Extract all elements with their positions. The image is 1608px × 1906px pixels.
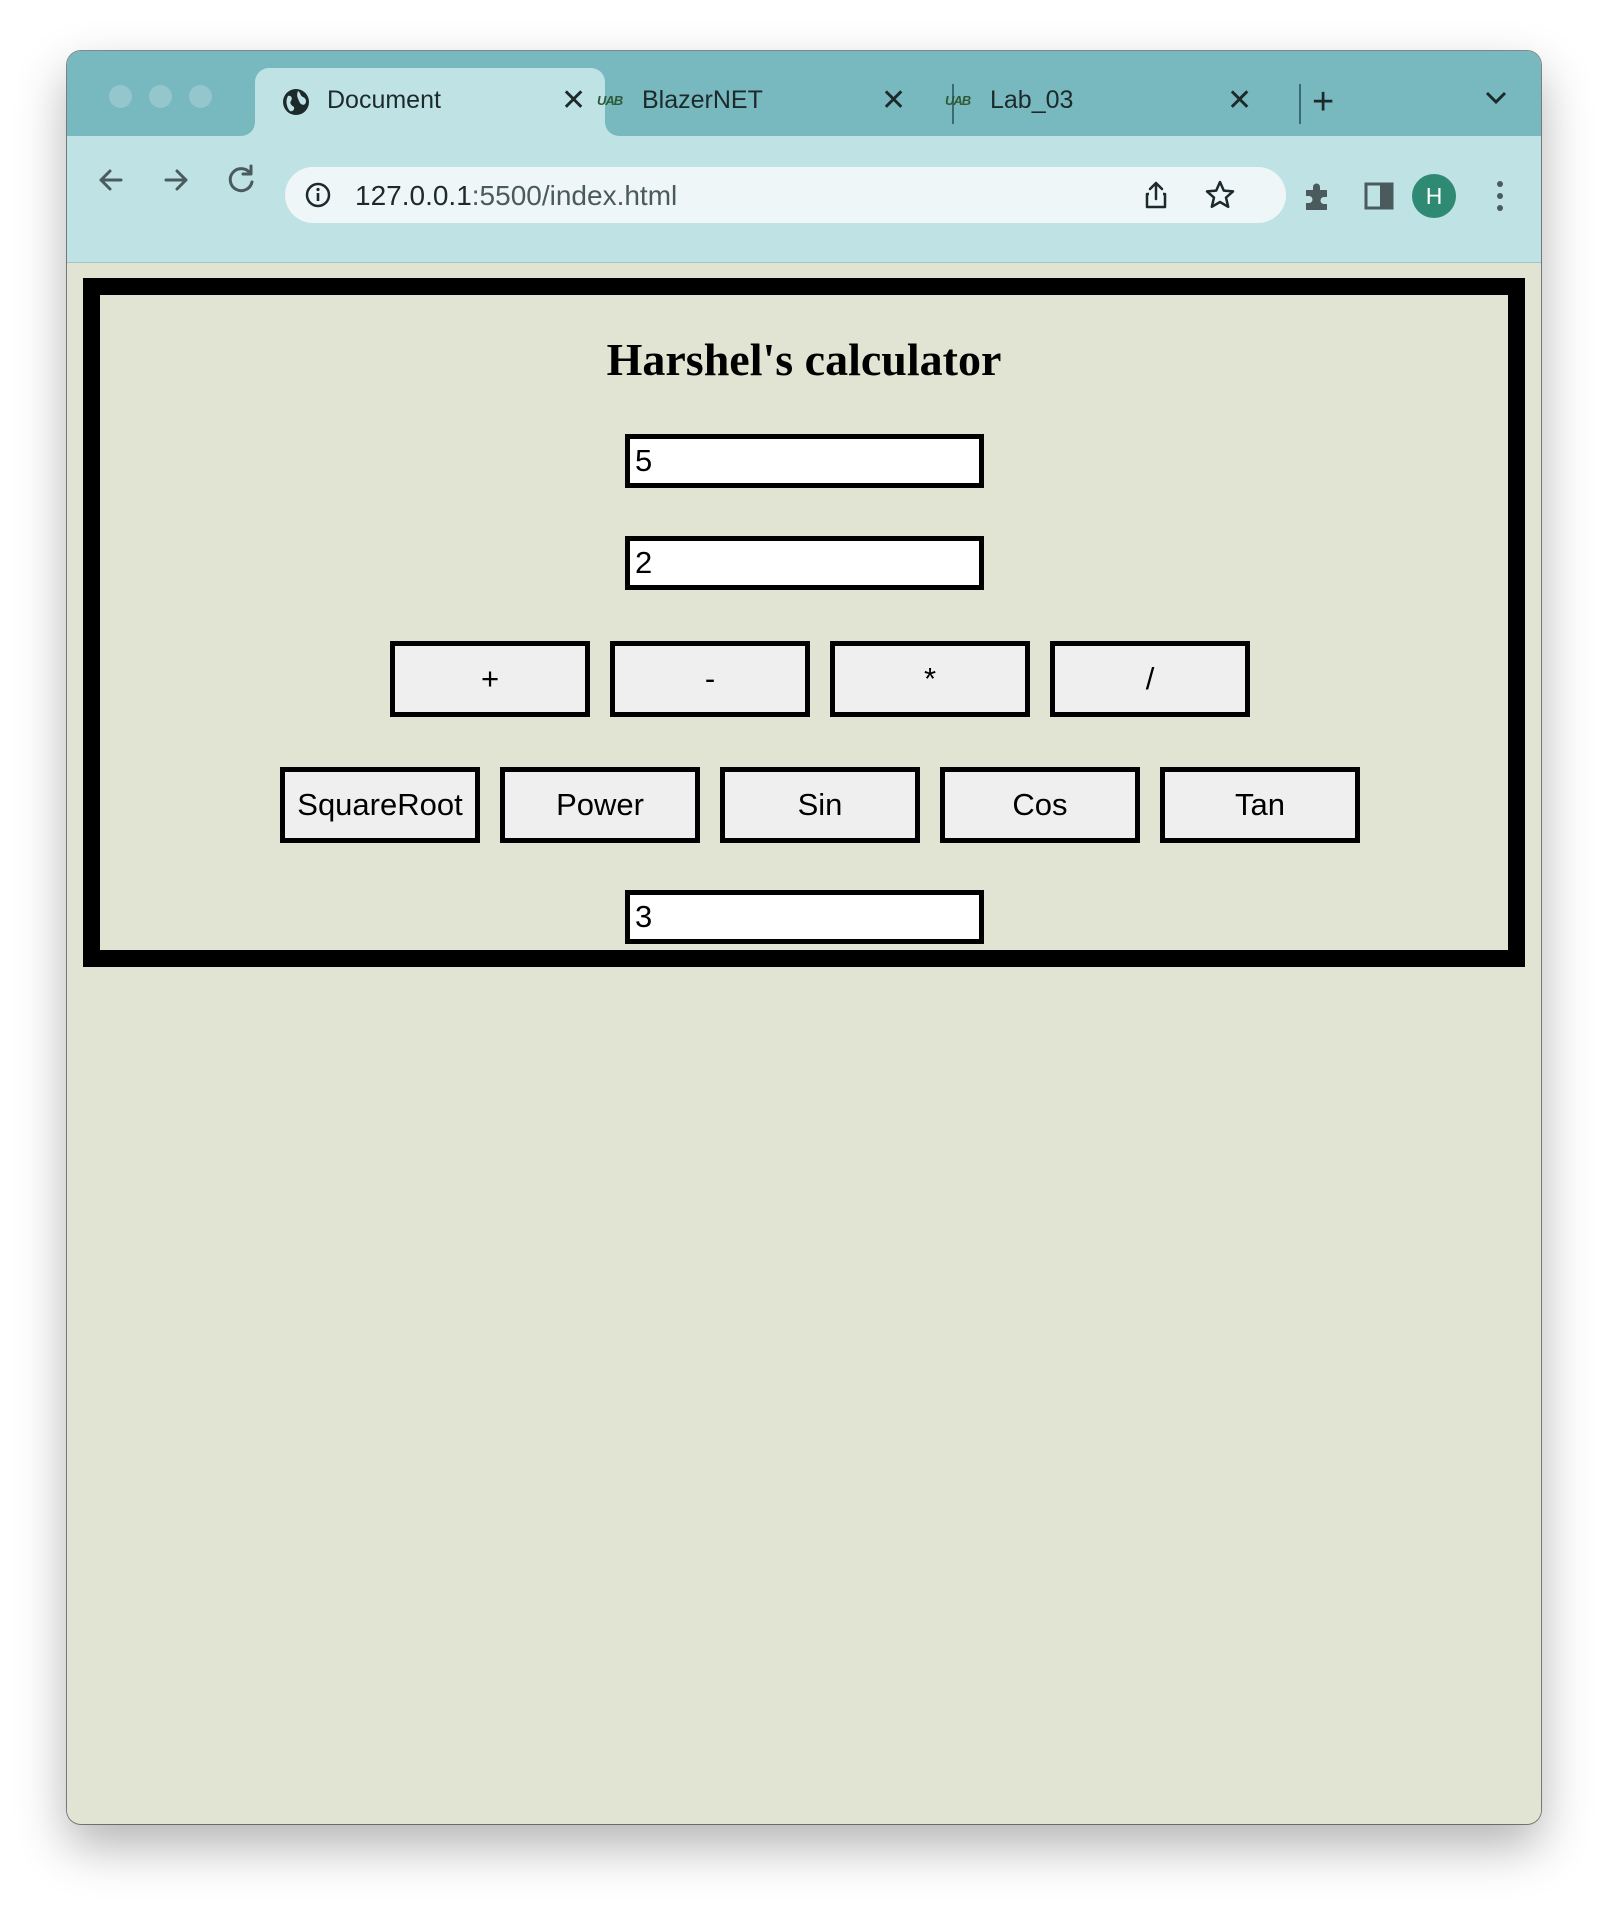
tab-separator xyxy=(1299,84,1301,124)
second-number-input[interactable] xyxy=(625,536,984,590)
cos-button[interactable]: Cos xyxy=(940,767,1140,843)
side-panel-icon[interactable] xyxy=(1363,180,1395,212)
tab-blazernet[interactable]: UAB BlazerNET ✕ xyxy=(597,68,915,136)
page-title: Harshel's calculator xyxy=(606,334,1002,385)
sin-button[interactable]: Sin xyxy=(720,767,920,843)
profile-avatar[interactable]: H xyxy=(1412,174,1456,218)
share-icon[interactable] xyxy=(1140,179,1172,211)
url-path: :5500/index.html xyxy=(471,180,678,211)
address-bar[interactable]: 127.0.0.1:5500/index.html xyxy=(285,167,1286,223)
uab-favicon-icon: UAB xyxy=(597,93,623,108)
toolbar: 127.0.0.1:5500/index.html H xyxy=(67,136,1541,263)
browser-window: Document ✕ UAB BlazerNET ✕ UAB Lab_03 ✕ … xyxy=(67,51,1541,1824)
multiply-button[interactable]: * xyxy=(830,641,1030,717)
tab-label: BlazerNET xyxy=(642,86,763,114)
calculator-panel: Harshel's calculator + - * / SquareRoot … xyxy=(83,278,1525,967)
page-content: Harshel's calculator + - * / SquareRoot … xyxy=(67,263,1541,1824)
close-window-button[interactable] xyxy=(109,85,132,108)
back-arrow-icon[interactable] xyxy=(91,160,131,200)
bookmark-star-icon[interactable] xyxy=(1204,179,1236,211)
first-number-input[interactable] xyxy=(625,434,984,488)
minimize-window-button[interactable] xyxy=(149,85,172,108)
more-menu-icon[interactable] xyxy=(1494,178,1506,214)
close-tab-icon[interactable]: ✕ xyxy=(1227,86,1252,116)
new-tab-button[interactable]: + xyxy=(1312,83,1334,121)
extensions-puzzle-icon[interactable] xyxy=(1300,178,1336,214)
close-tab-icon[interactable]: ✕ xyxy=(561,86,586,116)
tab-document[interactable]: Document ✕ xyxy=(255,68,605,136)
tab-label: Document xyxy=(327,86,441,114)
url-host: 127.0.0.1 xyxy=(355,180,472,211)
site-info-icon[interactable] xyxy=(304,181,332,209)
tab-label: Lab_03 xyxy=(990,86,1074,114)
chevron-down-icon[interactable] xyxy=(1485,91,1507,105)
square-root-button[interactable]: SquareRoot xyxy=(280,767,480,843)
divide-button[interactable]: / xyxy=(1050,641,1250,717)
forward-arrow-icon[interactable] xyxy=(156,160,196,200)
close-tab-icon[interactable]: ✕ xyxy=(881,86,906,116)
maximize-window-button[interactable] xyxy=(189,85,212,108)
tab-strip: Document ✕ UAB BlazerNET ✕ UAB Lab_03 ✕ … xyxy=(67,51,1541,136)
add-button[interactable]: + xyxy=(390,641,590,717)
uab-favicon-icon: UAB xyxy=(945,93,971,108)
power-button[interactable]: Power xyxy=(500,767,700,843)
globe-icon xyxy=(283,89,309,115)
tan-button[interactable]: Tan xyxy=(1160,767,1360,843)
url-text[interactable]: 127.0.0.1:5500/index.html xyxy=(355,180,677,212)
result-output[interactable] xyxy=(625,890,984,944)
reload-icon[interactable] xyxy=(221,160,261,200)
tab-lab-03[interactable]: UAB Lab_03 ✕ xyxy=(945,68,1263,136)
subtract-button[interactable]: - xyxy=(610,641,810,717)
